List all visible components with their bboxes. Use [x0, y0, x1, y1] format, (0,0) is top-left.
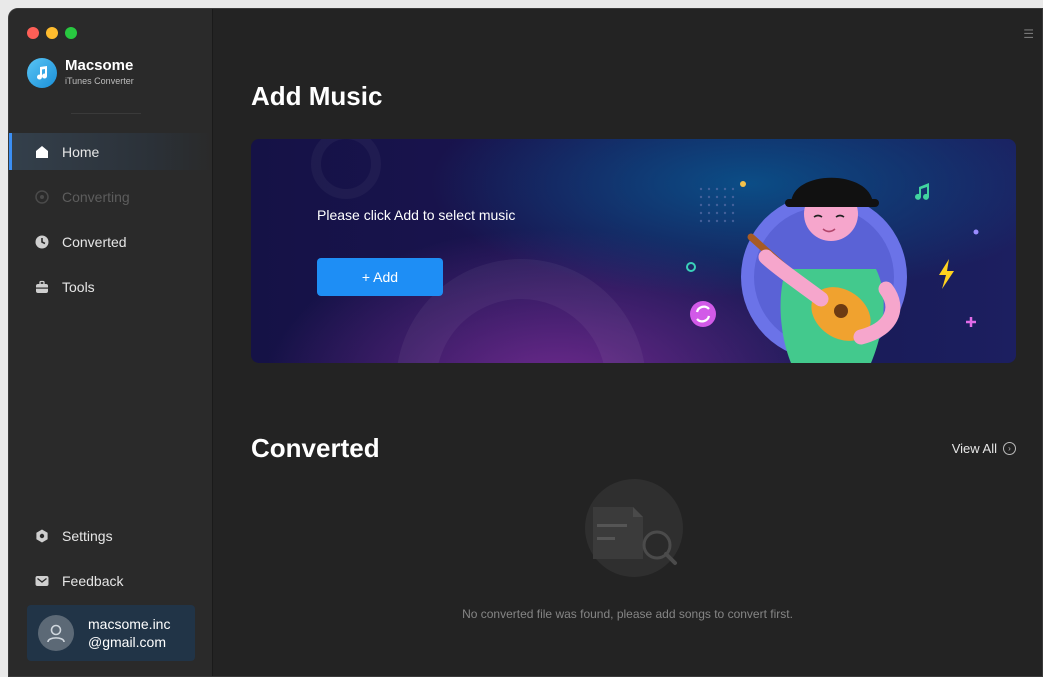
- sidebar-item-label: Home: [62, 143, 100, 160]
- sidebar-divider: [71, 113, 141, 114]
- sidebar-item-home[interactable]: Home: [9, 133, 212, 170]
- sidebar-item-converted[interactable]: Converted: [9, 223, 212, 260]
- user-email: macsome.inc @gmail.com: [88, 615, 170, 651]
- empty-state-graphic: [585, 479, 683, 577]
- add-music-prompt: Please click Add to select music: [317, 207, 516, 223]
- user-email-line1: macsome.inc: [88, 616, 171, 632]
- sidebar-item-converting[interactable]: Converting: [9, 178, 212, 215]
- view-all-link[interactable]: View All ›: [952, 441, 1016, 456]
- main-content: ☰ Add Music Please click Add to select m…: [213, 9, 1042, 676]
- add-music-banner: Please click Add to select music + Add: [251, 139, 1016, 363]
- file-search-icon: [593, 507, 677, 565]
- close-window-button[interactable]: [27, 27, 39, 39]
- sidebar-item-label: Converted: [62, 233, 127, 250]
- user-account-card[interactable]: macsome.inc @gmail.com: [27, 605, 195, 661]
- user-email-line2: @gmail.com: [88, 634, 167, 650]
- minimize-window-button[interactable]: [46, 27, 58, 39]
- sidebar-item-tools[interactable]: Tools: [9, 268, 212, 305]
- app-window: Macsome iTunes Converter Home Converting: [8, 8, 1043, 677]
- music-note-logo-icon: [27, 57, 57, 88]
- window-controls: [27, 27, 77, 39]
- hamburger-menu-icon[interactable]: ☰: [1023, 27, 1034, 41]
- avatar: [38, 615, 74, 651]
- chevron-right-icon: ›: [1003, 442, 1016, 455]
- sidebar-item-label: Feedback: [62, 572, 124, 589]
- sidebar-item-label: Settings: [62, 527, 113, 544]
- empty-state-message: No converted file was found, please add …: [462, 607, 793, 621]
- sidebar: Macsome iTunes Converter Home Converting: [9, 9, 213, 676]
- app-logo: Macsome iTunes Converter: [27, 57, 134, 88]
- view-all-label: View All: [951, 441, 997, 456]
- sidebar-item-label: Converting: [62, 188, 130, 205]
- zoom-window-button[interactable]: [65, 27, 77, 39]
- converting-icon: [35, 189, 49, 204]
- add-music-title: Add Music: [251, 81, 383, 111]
- sidebar-item-settings[interactable]: Settings: [9, 517, 212, 554]
- mail-icon: [35, 574, 49, 588]
- toolbox-icon: [35, 280, 49, 294]
- sidebar-bottom-nav: Settings Feedback: [9, 517, 212, 607]
- gear-icon: [35, 529, 49, 543]
- add-button[interactable]: + Add: [317, 258, 443, 296]
- app-subtitle: iTunes Converter: [65, 76, 134, 86]
- app-name: Macsome: [65, 57, 134, 74]
- clock-icon: [35, 235, 49, 249]
- decorative-ring-small: [311, 139, 381, 199]
- sidebar-item-label: Tools: [62, 278, 95, 295]
- home-icon: [35, 145, 49, 159]
- sidebar-item-feedback[interactable]: Feedback: [9, 562, 212, 599]
- converted-title: Converted: [251, 433, 380, 463]
- guitar-girl-illustration: [686, 177, 979, 363]
- sidebar-nav: Home Converting Converted Tools: [9, 133, 212, 313]
